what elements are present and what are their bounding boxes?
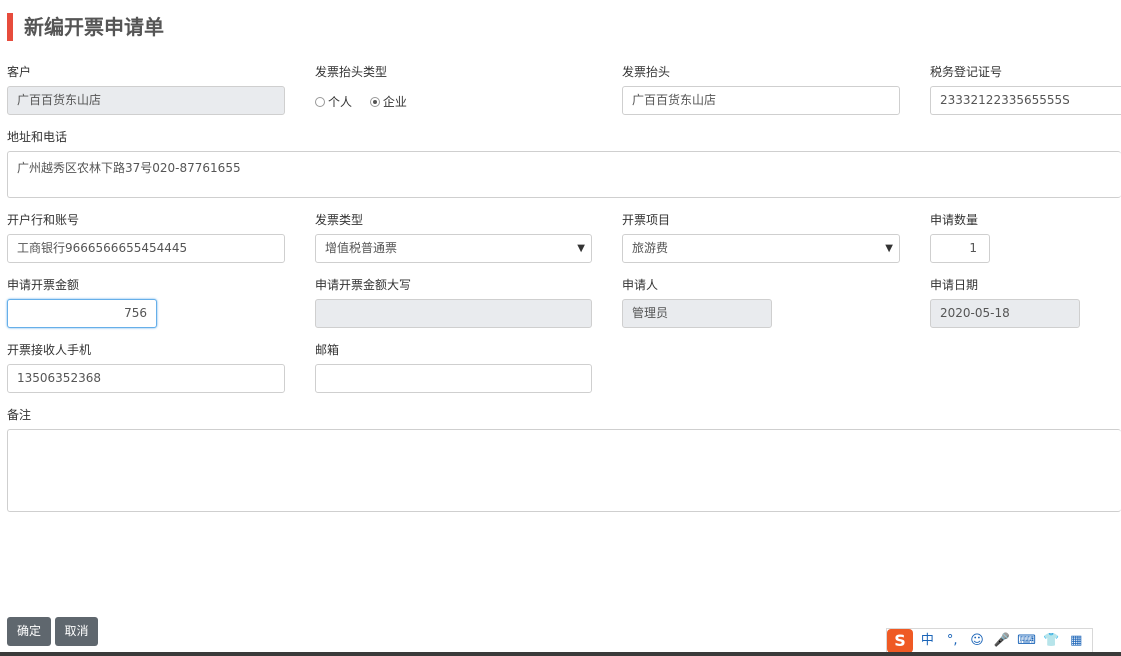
emoji-icon[interactable]: ☺ (966, 629, 987, 653)
invoice-item-value: 旅游费 (632, 241, 669, 255)
toolbox-icon[interactable]: ▦ (1066, 629, 1087, 653)
cancel-button[interactable]: 取消 (55, 617, 98, 646)
radio-personal[interactable]: 个人 (315, 93, 352, 110)
skin-icon[interactable]: 👕 (1041, 629, 1062, 653)
email-label: 邮箱 (315, 343, 340, 357)
applicant-field[interactable]: 管理员 (622, 299, 772, 328)
radio-company-label: 企业 (382, 95, 407, 109)
page-title: 新编开票申请单 (24, 15, 164, 39)
apply-date-field[interactable]: 2020-05-18 (930, 299, 1080, 328)
title-accent-bar (7, 13, 13, 41)
remark-textarea[interactable] (7, 429, 1121, 512)
tax-id-label: 税务登记证号 (930, 65, 1003, 79)
apply-date-label: 申请日期 (930, 278, 979, 292)
radio-personal-label: 个人 (328, 95, 353, 109)
customer-label: 客户 (7, 65, 32, 79)
invoice-header-input[interactable]: 广百百货东山店 (622, 86, 900, 115)
caret-down-icon: ▼ (577, 243, 585, 254)
tax-id-input[interactable]: 2333212233565555S (930, 86, 1121, 115)
keyboard-icon[interactable]: ⌨ (1016, 629, 1037, 653)
radio-company-dot[interactable] (369, 96, 380, 107)
applicant-label: 申请人 (622, 278, 659, 292)
customer-field[interactable]: 广百百货东山店 (7, 86, 285, 115)
microphone-icon[interactable]: 🎤 (991, 629, 1012, 653)
invoice-item-select[interactable]: 旅游费 ▼ (622, 234, 900, 263)
quantity-label: 申请数量 (930, 213, 979, 227)
invoice-item-label: 开票项目 (622, 213, 671, 227)
invoice-type-value: 增值税普通票 (325, 241, 398, 255)
receiver-phone-input[interactable]: 13506352368 (7, 364, 285, 393)
invoice-type-select[interactable]: 增值税普通票 ▼ (315, 234, 592, 263)
chinese-mode-icon[interactable]: 中 (917, 629, 938, 653)
punctuation-icon[interactable]: °, (942, 629, 963, 653)
email-input[interactable] (315, 364, 592, 393)
amount-input[interactable]: 756 (7, 299, 157, 328)
remark-label: 备注 (7, 408, 32, 422)
bank-account-label: 开户行和账号 (7, 213, 80, 227)
taskbar-strip (0, 652, 1121, 656)
radio-personal-dot[interactable] (315, 96, 325, 107)
header-type-label: 发票抬头类型 (315, 65, 388, 79)
header-type-radio-group: 个人 企业 (315, 93, 421, 109)
quantity-input[interactable]: 1 (930, 234, 990, 263)
sogou-logo-icon[interactable]: S (887, 629, 913, 653)
invoice-type-label: 发票类型 (315, 213, 364, 227)
amount-upper-field[interactable] (315, 299, 592, 328)
receiver-phone-label: 开票接收人手机 (7, 343, 92, 357)
address-phone-textarea[interactable]: 广州越秀区农林下路37号020-87761655 (7, 151, 1121, 198)
address-phone-label: 地址和电话 (7, 130, 68, 144)
caret-down-icon: ▼ (885, 243, 893, 254)
confirm-button[interactable]: 确定 (7, 617, 51, 646)
ime-toolbar: S 中 °, ☺ 🎤 ⌨ 👕 ▦ (886, 628, 1093, 654)
amount-label: 申请开票金额 (7, 278, 80, 292)
amount-upper-label: 申请开票金额大写 (315, 278, 412, 292)
invoice-header-label: 发票抬头 (622, 65, 671, 79)
bank-account-input[interactable]: 工商银行9666566655454445 (7, 234, 285, 263)
radio-company[interactable]: 企业 (369, 93, 407, 110)
